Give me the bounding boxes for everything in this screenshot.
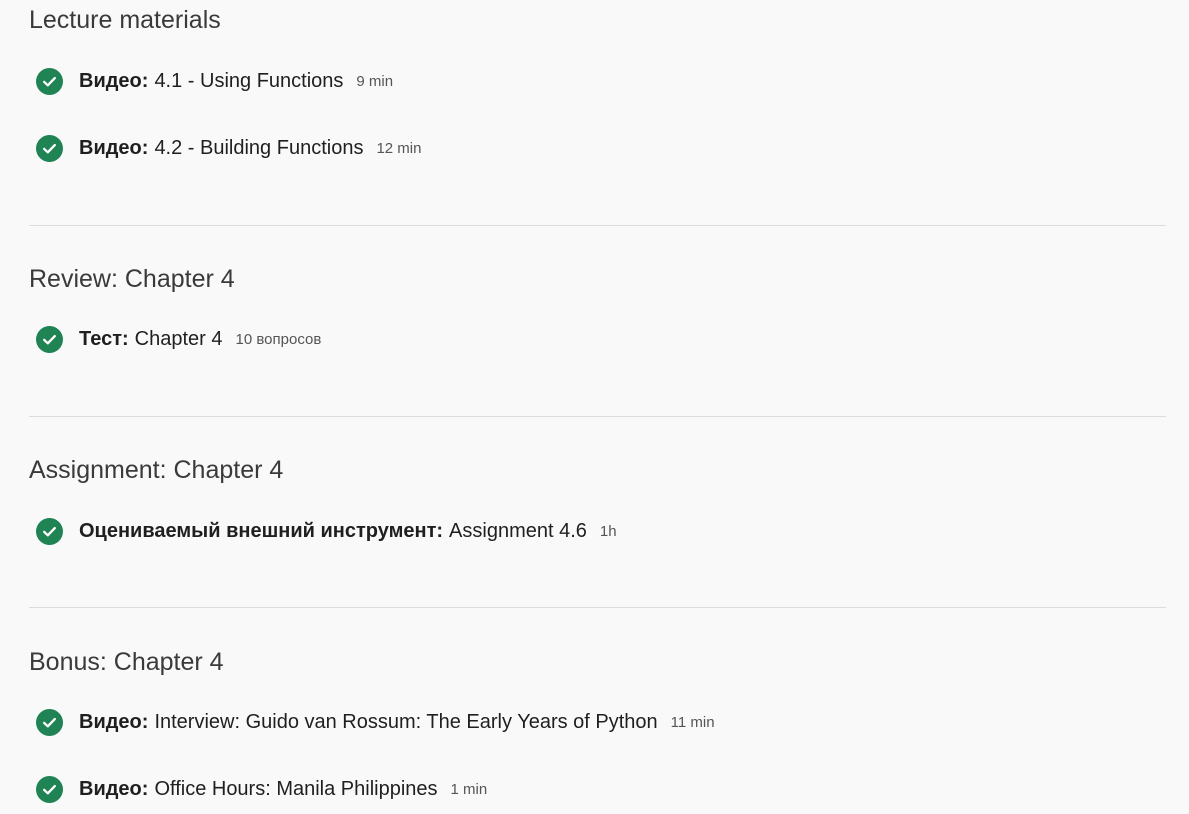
list-item[interactable]: Видео: Interview: Guido van Rossum: The … (36, 707, 715, 737)
list-item[interactable]: Тест: Chapter 4 10 вопросов (36, 324, 321, 354)
section-divider (29, 607, 1166, 608)
item-type-label: Видео: (79, 136, 149, 159)
item-duration: 12 min (376, 139, 422, 157)
check-circle-icon (36, 325, 63, 353)
section-title: Lecture materials (29, 6, 221, 34)
check-circle-icon (36, 517, 63, 545)
section-title: Review: Chapter 4 (29, 265, 235, 293)
check-circle-icon (36, 708, 63, 736)
item-type-label: Видео: (79, 710, 149, 733)
check-circle-icon (36, 134, 63, 162)
item-title-link[interactable]: Interview: Guido van Rossum: The Early Y… (154, 711, 657, 734)
list-item[interactable]: Оцениваемый внешний инструмент: Assignme… (36, 516, 617, 546)
item-title-link[interactable]: Office Hours: Manila Philippines (154, 778, 437, 801)
item-duration: 1h (599, 522, 617, 540)
item-type-label: Видео: (79, 69, 149, 92)
check-circle-icon (36, 775, 63, 803)
section-title: Assignment: Chapter 4 (29, 456, 284, 484)
list-item[interactable]: Видео: 4.2 - Building Functions 12 min (36, 133, 421, 163)
item-duration: 11 min (670, 713, 715, 731)
item-duration: 9 min (356, 72, 394, 90)
item-type-label: Видео: (79, 777, 149, 800)
item-title-link[interactable]: Chapter 4 (135, 328, 223, 351)
list-item[interactable]: Видео: Office Hours: Manila Philippines … (36, 774, 487, 804)
item-question-count: 10 вопросов (235, 330, 322, 348)
item-title-link[interactable]: 4.1 - Using Functions (154, 70, 343, 93)
section-divider (29, 225, 1166, 226)
item-type-label: Тест: (79, 327, 129, 350)
check-circle-icon (36, 67, 63, 95)
list-item[interactable]: Видео: 4.1 - Using Functions 9 min (36, 66, 393, 96)
item-title-link[interactable]: Assignment 4.6 (449, 520, 587, 543)
item-type-label: Оцениваемый внешний инструмент: (79, 519, 444, 542)
section-title: Bonus: Chapter 4 (29, 648, 224, 676)
item-duration: 1 min (450, 780, 488, 798)
course-week-page: Lecture materials Видео: 4.1 - Using Fun… (0, 0, 1189, 814)
section-divider (29, 416, 1166, 417)
item-title-link[interactable]: 4.2 - Building Functions (154, 137, 363, 160)
